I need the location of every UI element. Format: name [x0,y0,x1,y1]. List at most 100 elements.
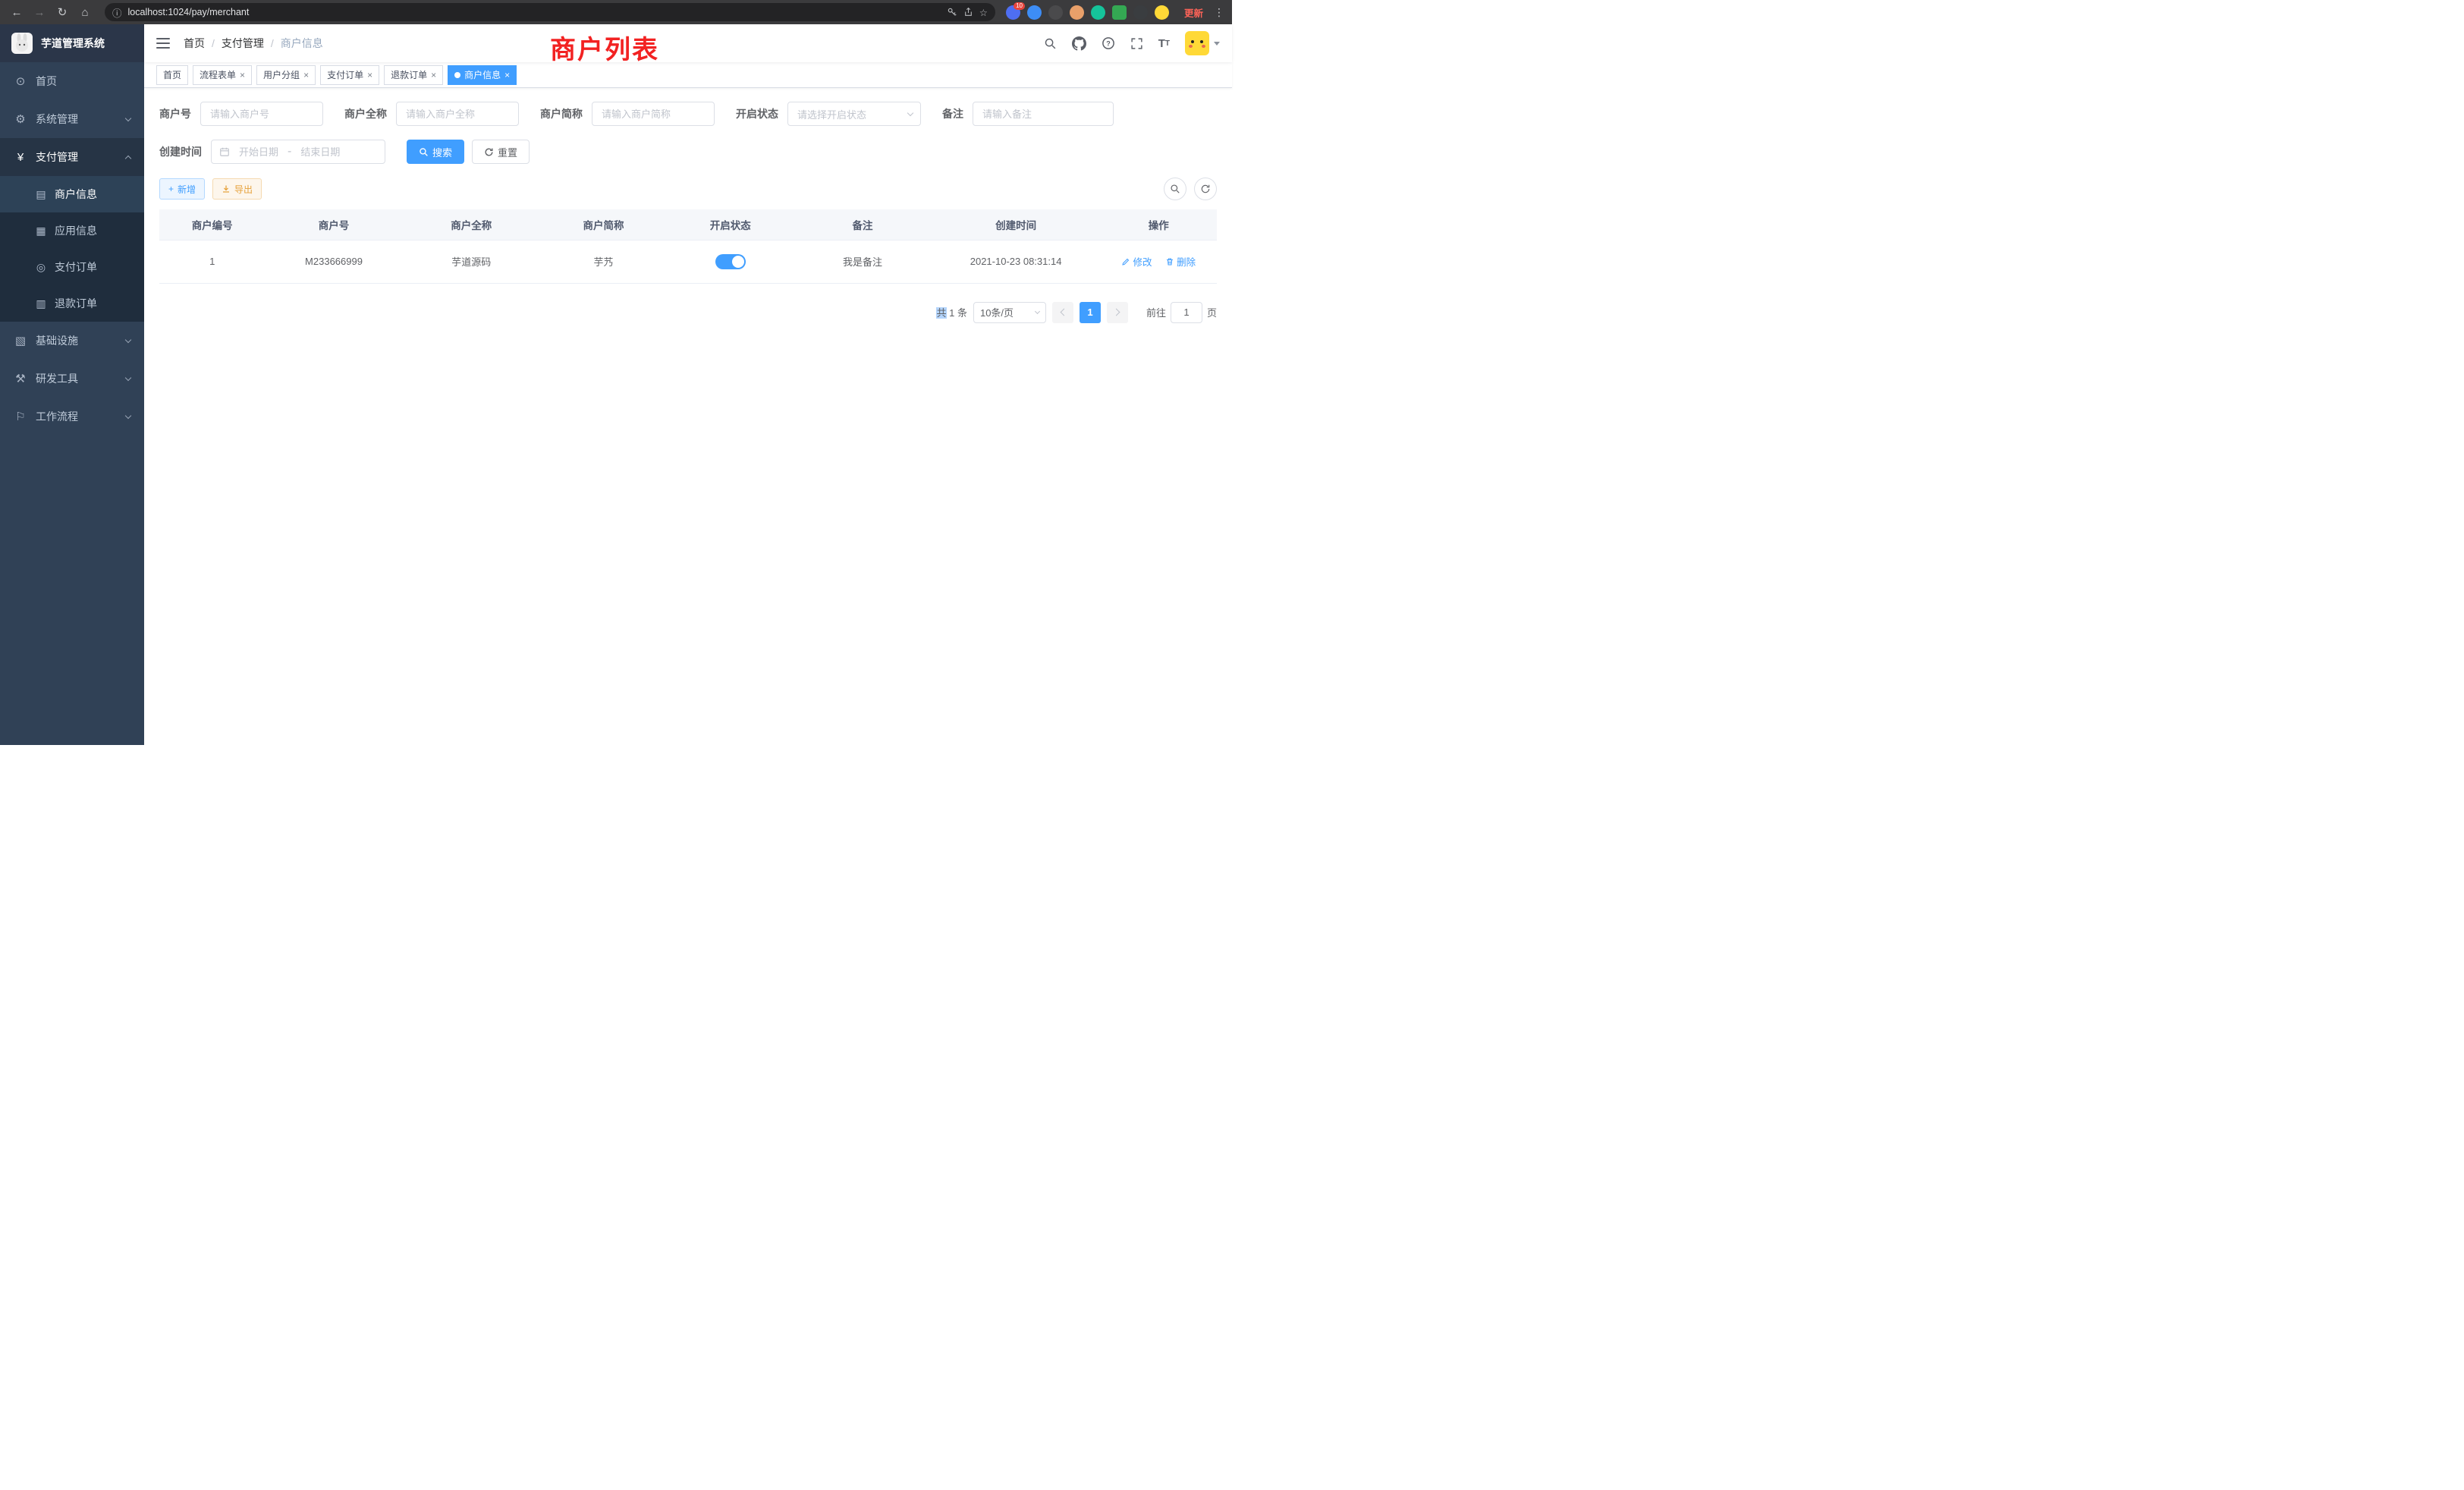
sidebar-item-refund-order[interactable]: ▥ 退款订单 [0,285,144,322]
sidebar-item-system[interactable]: ⚙ 系统管理 [0,100,144,138]
toggle-search-icon[interactable] [1164,178,1186,200]
sidebar-logo[interactable]: 芋道管理系统 [0,24,144,62]
merchant-no-input[interactable] [200,102,323,126]
search-button-label: 搜索 [432,145,452,159]
close-icon[interactable]: × [240,71,245,80]
chrome-menu-icon[interactable]: ⋮ [1214,6,1224,19]
sidebar-item-home[interactable]: ⊙ 首页 [0,62,144,100]
bookmark-star-icon[interactable]: ☆ [979,7,988,18]
sidebar-item-payment[interactable]: ¥ 支付管理 [0,138,144,176]
chevron-right-icon [1113,309,1120,316]
font-size-icon[interactable]: TT [1158,37,1170,50]
browser-home-icon[interactable]: ⌂ [76,3,94,21]
infrastructure-icon: ▧ [14,334,27,347]
tab-refund-order[interactable]: 退款订单× [384,65,443,85]
extension-location-icon[interactable] [1027,5,1042,20]
table-header-row: 商户编号 商户号 商户全称 商户简称 开启状态 备注 创建时间 操作 [159,209,1217,240]
extension-smiley-icon[interactable] [1155,5,1169,20]
col-header-merchant-no: 商户号 [265,209,402,240]
sidebar-item-label: 基础设施 [36,333,78,348]
url-text[interactable]: localhost:1024/pay/merchant [128,7,941,17]
help-icon[interactable]: ? [1102,36,1115,50]
sidebar-item-devtools[interactable]: ⚒ 研发工具 [0,360,144,398]
sidebar-toggle-icon[interactable] [156,38,170,49]
date-end-input[interactable] [296,146,344,158]
prev-page-button[interactable] [1052,302,1073,323]
chevron-down-icon [1214,42,1220,46]
refresh-table-icon[interactable] [1194,178,1217,200]
tab-home[interactable]: 首页 [156,65,188,85]
extension-pinwheel-icon[interactable] [1133,5,1148,20]
next-page-button[interactable] [1107,302,1128,323]
github-icon[interactable] [1072,36,1086,51]
browser-reload-icon[interactable]: ↻ [53,3,71,21]
close-icon[interactable]: × [504,71,510,80]
address-bar[interactable]: ⓘ localhost:1024/pay/merchant ☆ [105,3,995,21]
sidebar-item-app-info[interactable]: ▦ 应用信息 [0,212,144,249]
tab-merchant-info[interactable]: 商户信息× [448,65,517,85]
page-size-select[interactable]: 10条/页 [973,302,1046,323]
workflow-icon: ⚐ [14,410,27,423]
sidebar-item-pay-order[interactable]: ◎ 支付订单 [0,249,144,285]
filter-short-name: 商户简称 [540,102,715,126]
browser-forward-icon[interactable]: → [30,3,49,21]
page-content: 商户号 商户全称 商户简称 开启状态 请选择开启状态 [144,88,1232,745]
extension-dark-icon[interactable] [1048,5,1063,20]
sidebar-item-label: 工作流程 [36,409,78,424]
share-icon[interactable] [963,7,973,17]
extension-avatar-icon[interactable] [1070,5,1084,20]
tab-user-group[interactable]: 用户分组× [256,65,316,85]
add-button[interactable]: + 新增 [159,178,205,200]
search-button[interactable]: 搜索 [407,140,464,164]
goto-page: 前往 页 [1146,302,1217,323]
navbar-actions: ? TT [1044,31,1220,55]
browser-back-icon[interactable]: ← [8,3,26,21]
page-1-button[interactable]: 1 [1080,302,1101,323]
short-name-input[interactable] [592,102,715,126]
breadcrumb-separator: / [212,37,215,49]
tags-view: 首页 流程表单× 用户分组× 支付订单× 退款订单× 商户信息× [144,62,1232,88]
sidebar-item-infrastructure[interactable]: ▧ 基础设施 [0,322,144,360]
page-info-icon[interactable]: ⓘ [112,5,122,20]
col-header-full-name: 商户全称 [403,209,540,240]
close-icon[interactable]: × [367,71,372,80]
sidebar-item-merchant-info[interactable]: ▤ 商户信息 [0,176,144,212]
col-header-create-time: 创建时间 [932,209,1101,240]
status-select[interactable]: 请选择开启状态 [787,102,921,126]
full-name-input[interactable] [396,102,519,126]
user-avatar-menu[interactable] [1185,31,1220,55]
sidebar-item-label: 应用信息 [55,223,97,238]
extension-doc-icon[interactable] [1112,5,1127,20]
extension-grammarly-icon[interactable] [1091,5,1105,20]
date-start-input[interactable] [234,146,283,158]
breadcrumb-home[interactable]: 首页 [184,36,205,51]
reset-button[interactable]: 重置 [472,140,530,164]
filter-row-1: 商户号 商户全称 商户简称 开启状态 请选择开启状态 [159,102,1217,126]
status-toggle[interactable] [715,254,746,269]
close-icon[interactable]: × [431,71,436,80]
password-key-icon[interactable] [947,7,957,17]
create-time-range-picker[interactable]: - [211,140,385,164]
goto-suffix-label: 页 [1207,305,1217,319]
breadcrumb-separator: / [271,37,274,49]
delete-link[interactable]: 删除 [1165,254,1196,269]
goto-page-input[interactable] [1171,302,1202,323]
tab-pay-order[interactable]: 支付订单× [320,65,379,85]
tab-process-form[interactable]: 流程表单× [193,65,252,85]
sidebar-item-workflow[interactable]: ⚐ 工作流程 [0,398,144,435]
remark-input[interactable] [973,102,1114,126]
cell-remark: 我是备注 [794,240,931,283]
breadcrumb-payment[interactable]: 支付管理 [222,36,264,51]
close-icon[interactable]: × [303,71,309,80]
extension-puzzle-icon[interactable]: 10 [1006,5,1020,20]
col-header-short-name: 商户简称 [540,209,667,240]
chrome-update-button[interactable]: 更新 [1184,5,1203,20]
chevron-down-icon [125,412,131,418]
export-button[interactable]: 导出 [212,178,262,200]
sidebar-item-label: 首页 [36,74,57,89]
goto-prefix-label: 前往 [1146,305,1166,319]
edit-link[interactable]: 修改 [1121,254,1152,269]
fullscreen-icon[interactable] [1130,37,1143,50]
search-icon[interactable] [1044,37,1057,50]
chevron-down-icon [125,336,131,342]
